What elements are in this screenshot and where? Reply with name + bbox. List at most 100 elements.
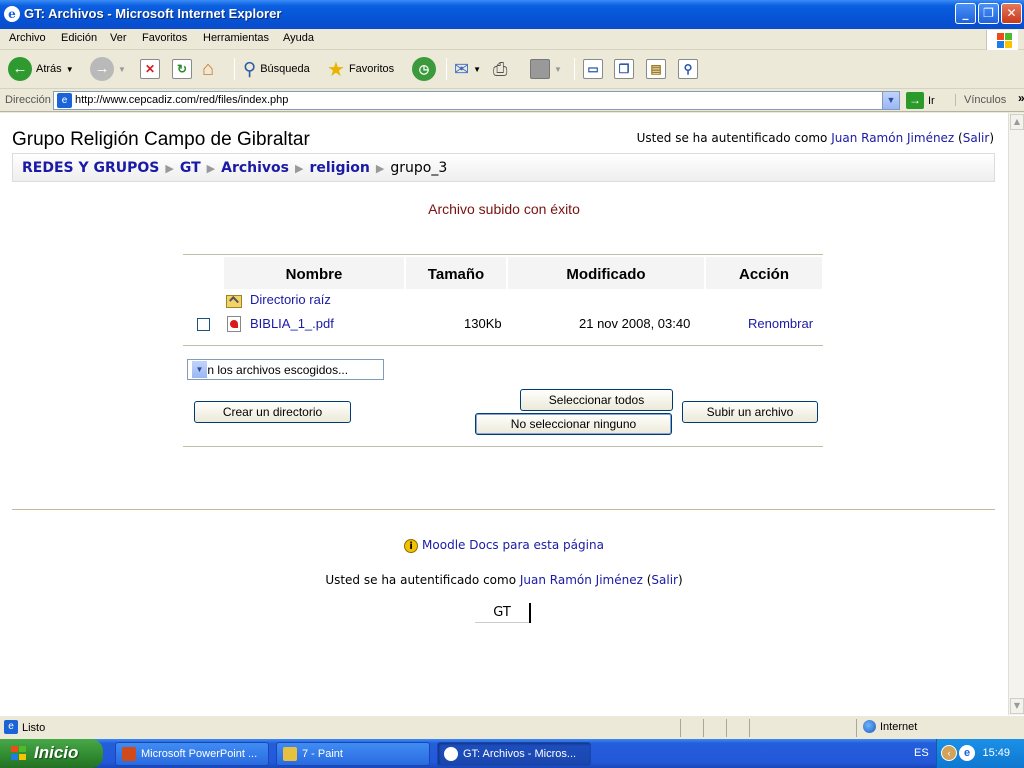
address-bar: Dirección e http://www.cepcadiz.com/red/…: [0, 90, 1024, 112]
history-button[interactable]: ◷: [412, 56, 436, 82]
stop-button[interactable]: ✕: [140, 56, 160, 82]
preview-button[interactable]: ⚲: [678, 56, 698, 82]
star-icon: ★: [327, 58, 345, 81]
breadcrumb-archivos[interactable]: Archivos: [221, 160, 289, 176]
search-label: Búsqueda: [260, 63, 310, 75]
user-link-bottom[interactable]: Juan Ramón Jiménez: [520, 573, 643, 587]
links-toolbar[interactable]: Vínculos »: [955, 91, 1024, 106]
breadcrumb-current: grupo_3: [390, 160, 448, 176]
toolbar-separator: [446, 58, 447, 80]
vertical-scrollbar[interactable]: ▲ ▼: [1008, 113, 1024, 715]
forward-button[interactable]: → ▼: [90, 56, 126, 82]
select-all-button[interactable]: Seleccionar todos: [520, 389, 673, 411]
ie-app-icon[interactable]: e: [4, 6, 20, 22]
globe-icon: [863, 720, 876, 733]
pdf-file-icon: [227, 316, 241, 332]
window-title-bar[interactable]: e GT: Archivos - Microsoft Internet Expl…: [0, 0, 1024, 29]
stop-icon: ✕: [140, 59, 160, 79]
course-home-button[interactable]: GT: [475, 603, 531, 623]
chevron-down-icon[interactable]: ▼: [192, 361, 207, 378]
scroll-up-icon[interactable]: ▲: [1010, 114, 1024, 130]
login-info-top: Usted se ha autentificado como Juan Ramó…: [636, 131, 994, 145]
scroll-down-icon[interactable]: ▼: [1010, 698, 1024, 714]
window-title: GT: Archivos - Microsoft Internet Explor…: [24, 6, 282, 21]
show-hidden-icons-icon[interactable]: ‹: [941, 745, 957, 761]
taskbar-item-paint[interactable]: 7 - Paint: [276, 742, 430, 766]
home-button[interactable]: ⌂: [202, 56, 214, 82]
breadcrumb-separator-icon: ▶: [165, 161, 174, 175]
logout-link[interactable]: Salir: [963, 131, 990, 145]
copy-icon: ❐: [614, 59, 634, 79]
edit-dropdown-icon[interactable]: ▼: [554, 65, 562, 74]
login-info-bottom: Usted se ha autentificado como Juan Ramó…: [325, 573, 683, 587]
restore-button[interactable]: ❐: [978, 3, 999, 24]
back-dropdown-icon[interactable]: ▼: [66, 65, 74, 74]
forward-dropdown-icon[interactable]: ▼: [118, 65, 126, 74]
menu-favoritos[interactable]: Favoritos: [142, 32, 187, 44]
with-selected-value: Con los archivos escogidos...: [192, 363, 349, 377]
parent-directory-link[interactable]: Directorio raíz: [250, 292, 331, 307]
status-pane-divider: [703, 719, 704, 737]
moodle-docs-link[interactable]: Moodle Docs para esta página: [422, 538, 604, 552]
security-zone[interactable]: Internet: [863, 720, 917, 733]
start-button[interactable]: Inicio: [0, 739, 103, 768]
research-button[interactable]: ▭: [583, 56, 603, 82]
edit-button[interactable]: ▼: [530, 56, 562, 82]
close-button[interactable]: ✕: [1001, 3, 1022, 24]
mail-dropdown-icon[interactable]: ▼: [473, 65, 481, 74]
logout-link-bottom[interactable]: Salir: [651, 573, 678, 587]
clock[interactable]: 15:49: [982, 747, 1010, 759]
paste-button[interactable]: ▤: [646, 56, 666, 82]
info-icon: i: [404, 538, 419, 553]
windows-flag-icon: [11, 746, 27, 761]
refresh-icon: ↻: [172, 59, 192, 79]
go-button[interactable]: → Ir: [906, 92, 935, 109]
minimize-button[interactable]: _: [955, 3, 976, 24]
divider: [183, 254, 823, 255]
refresh-button[interactable]: ↻: [172, 56, 192, 82]
breadcrumb-redes-grupos[interactable]: REDES Y GRUPOS: [22, 160, 159, 176]
favorites-button[interactable]: ★ Favoritos: [327, 56, 394, 82]
folder-up-icon: [226, 295, 242, 308]
back-button[interactable]: ← Atrás ▼: [8, 56, 74, 82]
mail-button[interactable]: ✉ ▼: [454, 56, 481, 82]
file-select-checkbox[interactable]: [197, 318, 210, 331]
user-link[interactable]: Juan Ramón Jiménez: [831, 131, 954, 145]
toolbar-separator: [234, 58, 235, 80]
ie-tray-icon[interactable]: e: [959, 745, 975, 761]
search-button[interactable]: ⚲ Búsqueda: [243, 56, 310, 82]
address-input[interactable]: e http://www.cepcadiz.com/red/files/inde…: [53, 91, 900, 110]
upload-file-button[interactable]: Subir un archivo: [682, 401, 818, 423]
chevron-right-icon[interactable]: »: [1018, 91, 1024, 105]
menu-edicion[interactable]: Edición: [61, 32, 97, 44]
rename-link[interactable]: Renombrar: [748, 316, 813, 331]
magnifier-icon: ⚲: [678, 59, 698, 79]
status-bar: e Listo Internet: [0, 715, 1024, 739]
language-indicator[interactable]: ES: [914, 747, 929, 759]
breadcrumb-gt[interactable]: GT: [180, 160, 201, 176]
go-label: Ir: [928, 94, 935, 107]
windows-logo-icon: [986, 30, 1018, 50]
edit-icon: [530, 59, 550, 79]
menu-ayuda[interactable]: Ayuda: [283, 32, 314, 44]
menu-archivo[interactable]: Archivo: [9, 32, 46, 44]
file-name-link[interactable]: BIBLIA_1_.pdf: [250, 316, 334, 331]
print-button[interactable]: ⎙: [493, 56, 507, 82]
system-tray: ‹ e 15:49: [936, 739, 1024, 768]
column-header-action: Acción: [706, 257, 822, 289]
breadcrumb-religion[interactable]: religion: [309, 160, 369, 176]
with-selected-dropdown[interactable]: Con los archivos escogidos... ▼: [187, 359, 384, 380]
upload-success-notice: Archivo subido con éxito: [428, 201, 580, 217]
taskbar-item-powerpoint[interactable]: Microsoft PowerPoint ...: [115, 742, 269, 766]
taskbar-item-ie[interactable]: GT: Archivos - Micros...: [437, 742, 591, 766]
menu-ver[interactable]: Ver: [110, 32, 127, 44]
copy-button[interactable]: ❐: [614, 56, 634, 82]
menu-herramientas[interactable]: Herramientas: [203, 32, 269, 44]
paint-icon: [283, 747, 297, 761]
task-label: 7 - Paint: [302, 748, 343, 760]
select-none-button[interactable]: No seleccionar ninguno: [475, 413, 672, 435]
create-directory-button[interactable]: Crear un directorio: [194, 401, 351, 423]
address-dropdown-icon[interactable]: ▼: [882, 92, 899, 109]
start-label: Inicio: [34, 743, 79, 762]
address-url[interactable]: http://www.cepcadiz.com/red/files/index.…: [75, 94, 288, 106]
